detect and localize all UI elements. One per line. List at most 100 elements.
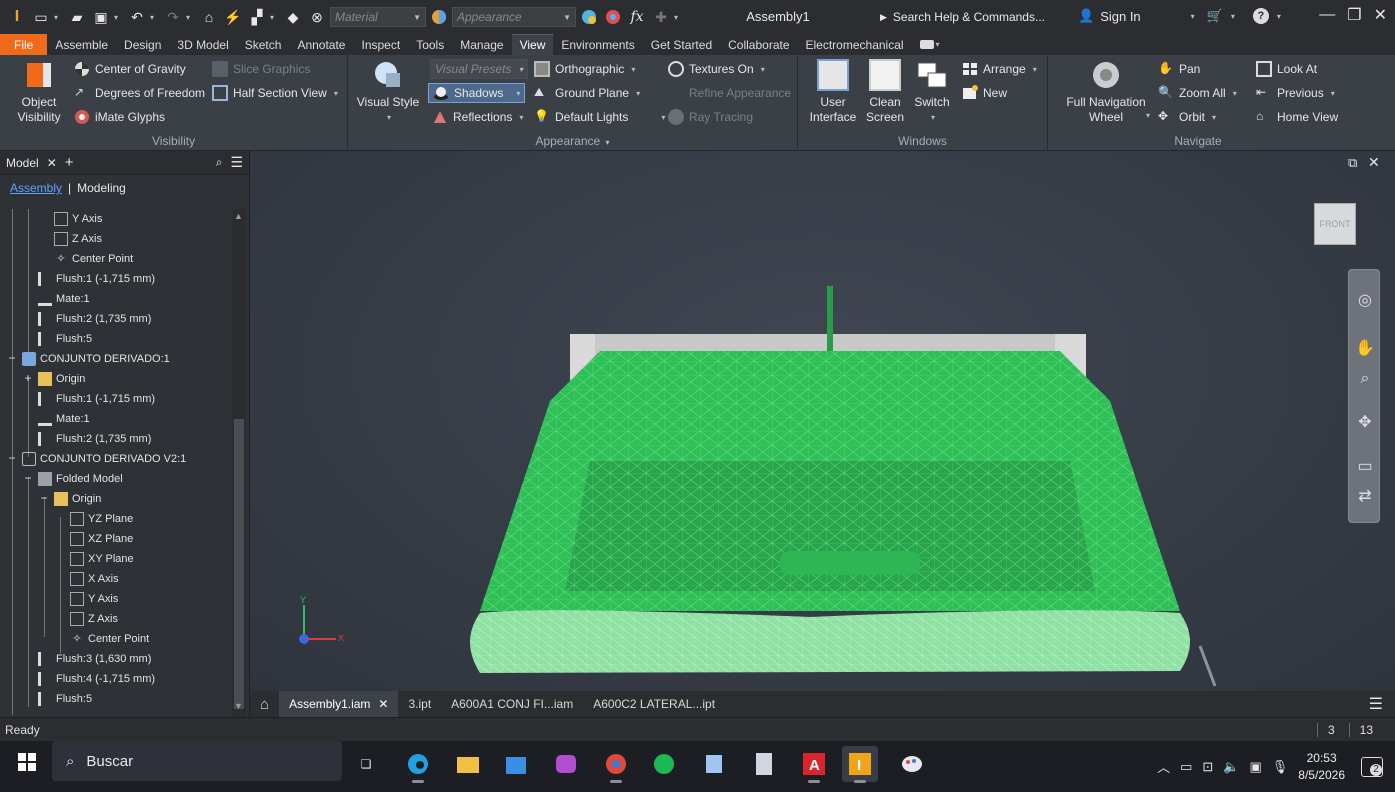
new-dropdown-icon[interactable]: ▾ (54, 13, 64, 22)
open-folder-icon[interactable]: ▰ (66, 6, 88, 28)
user-interface-button[interactable]: User Interface (806, 59, 860, 125)
file-explorer-icon[interactable] (450, 746, 486, 782)
undo-dropdown-icon[interactable]: ▾ (150, 13, 160, 22)
viewcube[interactable]: FRONT (1314, 203, 1356, 245)
look-at-icon[interactable]: ▭ (1354, 456, 1376, 478)
tree-node[interactable]: CONJUNTO DERIVADO V2:1 (22, 449, 186, 469)
windows-start-icon[interactable] (18, 753, 36, 771)
calculator-icon[interactable] (746, 746, 782, 782)
redo-dropdown-icon[interactable]: ▾ (186, 13, 196, 22)
full-navigation-wheel-button[interactable]: Full Navigation Wheel (1056, 59, 1156, 125)
close-icon[interactable]: ✕ (47, 156, 57, 170)
tab-collaborate[interactable]: Collaborate (720, 34, 797, 55)
close-icon[interactable]: ✕ (378, 697, 388, 711)
tree-node[interactable]: CONJUNTO DERIVADO:1 (22, 349, 170, 369)
inventor-app-icon[interactable]: I (842, 746, 878, 783)
ray-tracing-button[interactable]: Ray Tracing (668, 109, 753, 125)
microsoft-store-icon[interactable] (498, 746, 534, 782)
doc-tab-3[interactable]: 3.ipt (398, 691, 441, 717)
tree-node[interactable]: Z Axis (70, 609, 118, 629)
new-file-icon[interactable]: ▭ (30, 6, 52, 28)
browser-tab-model[interactable]: Model (6, 156, 39, 170)
refine-appearance-button[interactable]: Refine Appearance (668, 85, 791, 101)
display-icon[interactable]: ▣ (1249, 759, 1261, 775)
home-view-button[interactable]: ⌂ Home View (1256, 109, 1338, 125)
half-section-view-button[interactable]: Half Section View ▾ (212, 85, 338, 101)
tab-environments[interactable]: Environments (553, 34, 642, 55)
paint-app-icon[interactable] (894, 746, 930, 782)
previous-view-icon[interactable]: ⇄ (1354, 486, 1376, 508)
default-lights-button[interactable]: 💡 Default Lights ▾ (534, 109, 665, 125)
tree-node[interactable]: Mate:1 (38, 289, 90, 309)
tab-annotate[interactable]: Annotate (289, 34, 353, 55)
add-icon[interactable]: ✚ (650, 6, 672, 28)
volume-icon[interactable]: 🔈 (1223, 759, 1239, 775)
home-tab[interactable]: ⌂ (250, 691, 279, 717)
appearance-panel-label[interactable]: Appearance ▾ (348, 134, 797, 148)
doc-tab-assembly1[interactable]: Assembly1.iam ✕ (279, 691, 399, 717)
restore-icon[interactable]: ❐ (1347, 5, 1361, 25)
previous-view-button[interactable]: ⇤ Previous ▾ (1256, 85, 1335, 101)
zoom-icon[interactable]: ⌕ (1354, 370, 1376, 392)
tree-node[interactable]: Y Axis (70, 589, 118, 609)
clean-screen-button[interactable]: Clean Screen (860, 59, 910, 125)
tab-manage[interactable]: Manage (452, 34, 511, 55)
close-icon[interactable]: ✕ (1374, 5, 1387, 25)
sign-in-button[interactable]: 👤 Sign In ▾ 🛒 ▾ ? ▾ (1078, 8, 1281, 24)
degrees-of-freedom-button[interactable]: ↗ Degrees of Freedom (74, 85, 205, 101)
tab-file[interactable]: File (0, 34, 48, 55)
autocad-icon[interactable]: A (796, 746, 832, 783)
arrange-button[interactable]: Arrange ▾ (962, 61, 1037, 77)
steering-wheel-icon[interactable]: ◎ (1354, 290, 1376, 312)
tab-assemble[interactable]: Assemble (47, 34, 116, 55)
microsoft-365-icon[interactable] (548, 746, 584, 782)
tree-node[interactable]: Flush:5 (38, 329, 92, 349)
tab-view[interactable]: View (511, 34, 554, 55)
tree-node[interactable]: Flush:3 (1,630 mm) (38, 649, 151, 669)
tree-node[interactable]: XZ Plane (70, 529, 133, 549)
home-icon[interactable]: ⌂ (198, 6, 220, 28)
scroll-down-icon[interactable]: ▼ (234, 701, 243, 711)
pan-hand-icon[interactable]: ✋ (1354, 338, 1376, 360)
customize-dropdown-icon[interactable]: ▾ (674, 13, 684, 22)
tree-node[interactable]: YZ Plane (70, 509, 133, 529)
tree-node[interactable]: Y Axis (54, 209, 102, 229)
orthographic-button[interactable]: Orthographic ▾ (534, 61, 635, 77)
tab-inspect[interactable]: Inspect (353, 34, 408, 55)
visual-style-button[interactable]: Visual Style ▾ (356, 59, 420, 125)
look-at-button[interactable]: Look At (1256, 61, 1317, 77)
tab-get-started[interactable]: Get Started (643, 34, 720, 55)
tree-node[interactable]: Flush:2 (1,735 mm) (38, 309, 151, 329)
tree-node[interactable]: Origin (38, 369, 85, 389)
center-of-gravity-button[interactable]: Center of Gravity (74, 61, 186, 77)
shadows-button[interactable]: Shadows ▾ (428, 83, 526, 103)
slice-graphics-button[interactable]: Slice Graphics (212, 61, 310, 77)
reflections-button[interactable]: Reflections ▾ (432, 109, 523, 125)
expand-icon[interactable]: + (23, 371, 33, 385)
appearance-sphere-icon[interactable] (428, 6, 450, 28)
notifications-icon[interactable]: 2 (1361, 756, 1383, 777)
object-visibility-button[interactable]: Object Visibility (10, 59, 68, 125)
redo-icon[interactable]: ↷ (162, 6, 184, 28)
tree-node[interactable]: Flush:5 (38, 689, 92, 709)
taskbar-search[interactable]: ⌕ Buscar (52, 741, 342, 781)
assembly-mode-tab[interactable]: Assembly (10, 181, 62, 195)
tab-3d-model[interactable]: 3D Model (169, 34, 236, 55)
doc-tab-a600a1[interactable]: A600A1 CONJ FI...iam (441, 691, 583, 717)
task-view-icon[interactable]: ❏ (348, 746, 384, 782)
collapse-icon[interactable]: − (23, 471, 33, 485)
graphics-viewport[interactable]: ⧉ ✕ Y X FRONT ◎ ✋ ⌕ ✥ ▭ ⇄ (250, 151, 1395, 691)
new-window-button[interactable]: New (962, 85, 1007, 101)
tree-node[interactable]: Z Axis (54, 229, 102, 249)
fx-parameters-icon[interactable]: fx (626, 6, 648, 28)
collapse-icon[interactable]: − (7, 351, 17, 365)
network-icon[interactable]: ⊡ (1202, 759, 1213, 775)
orbit-button[interactable]: ✥ Orbit ▾ (1158, 109, 1216, 125)
tab-sketch[interactable]: Sketch (237, 34, 290, 55)
measure-icon[interactable]: ◆ (282, 6, 304, 28)
menu-icon[interactable]: ☰ (1369, 694, 1395, 714)
collapse-icon[interactable]: − (39, 491, 49, 505)
tree-node[interactable]: Flush:4 (-1,715 mm) (38, 669, 155, 689)
ground-plane-button[interactable]: ⛰ Ground Plane ▾ (534, 85, 640, 101)
tree-node[interactable]: Origin (54, 489, 101, 509)
